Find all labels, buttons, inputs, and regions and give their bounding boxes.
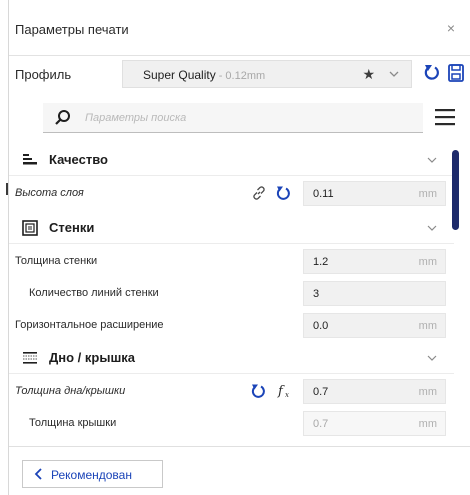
- chevron-down-icon: [427, 225, 437, 231]
- settings-list: Качество Высота слоя 0.11 mm Стенки Толщ…: [9, 143, 454, 443]
- setting-row-top-thickness: Толщина крышки 0.7 mm: [9, 407, 454, 440]
- category-title: Дно / крышка: [49, 350, 136, 365]
- reset-icon[interactable]: [275, 184, 293, 202]
- field-unit: mm: [418, 418, 437, 430]
- setting-row-horizontal-expansion: Горизонтальное расширение 0.0 mm: [9, 309, 454, 342]
- setting-label: Горизонтальное расширение: [15, 319, 164, 331]
- link-icon[interactable]: [250, 184, 268, 202]
- save-icon[interactable]: [447, 63, 465, 83]
- reset-icon[interactable]: [423, 62, 441, 84]
- setting-label: Количество линий стенки: [29, 287, 159, 299]
- field-value: 0.7: [313, 418, 329, 430]
- bottom-bar: Рекомендован: [9, 446, 470, 495]
- print-settings-panel: Параметры печати × Профиль Super Quality…: [9, 0, 470, 495]
- field-unit: mm: [418, 386, 437, 398]
- field-value: 1.2: [313, 256, 329, 268]
- field-unit: mm: [418, 188, 437, 200]
- horizontal-expansion-field[interactable]: 0.0 mm: [303, 313, 446, 338]
- profile-dropdown[interactable]: Super Quality - 0.12mm ★: [122, 60, 412, 88]
- field-value: 0.11: [313, 188, 334, 200]
- reset-icon[interactable]: [250, 382, 268, 400]
- profile-name-text: Super Quality: [143, 68, 216, 82]
- top-bottom-icon: [23, 352, 37, 364]
- search-bar: [43, 103, 423, 133]
- setting-row-layer-height: Высота слоя 0.11 mm: [9, 177, 454, 210]
- profile-name: Super Quality - 0.12mm: [143, 68, 265, 82]
- field-value: 0.0: [313, 320, 329, 332]
- profile-label: Профиль: [15, 67, 72, 82]
- menu-icon[interactable]: [434, 106, 456, 128]
- category-walls[interactable]: Стенки: [9, 211, 454, 244]
- profile-detail: - 0.12mm: [218, 70, 266, 82]
- star-icon[interactable]: ★: [362, 66, 375, 83]
- setting-row-wall-line-count: Количество линий стенки 3: [9, 277, 454, 310]
- setting-label: Толщина стенки: [15, 255, 98, 267]
- category-title: Стенки: [49, 220, 95, 235]
- close-button[interactable]: ×: [442, 19, 460, 37]
- field-unit: mm: [418, 320, 437, 332]
- chevron-down-icon: [389, 71, 399, 77]
- svg-text:f: f: [277, 384, 285, 399]
- top-thickness-field[interactable]: 0.7 mm: [303, 411, 446, 436]
- field-value: 0.7: [313, 386, 329, 398]
- quality-icon: [23, 154, 37, 165]
- drag-handle-mark: [6, 183, 8, 195]
- function-icon[interactable]: f x: [275, 382, 293, 400]
- field-value: 3: [313, 288, 320, 300]
- setting-row-wall-thickness: Толщина стенки 1.2 mm: [9, 245, 454, 278]
- field-unit: mm: [418, 256, 437, 268]
- category-top-bottom[interactable]: Дно / крышка: [9, 341, 454, 374]
- chevron-left-icon: [34, 468, 42, 480]
- setting-label: Толщина крышки: [29, 417, 117, 429]
- walls-icon: [22, 220, 38, 236]
- panel-title: Параметры печати: [15, 22, 129, 37]
- category-title: Качество: [49, 152, 108, 167]
- wall-line-count-field[interactable]: 3: [303, 281, 446, 306]
- category-quality[interactable]: Качество: [9, 143, 454, 176]
- recommended-label: Рекомендован: [51, 468, 132, 482]
- search-input[interactable]: [85, 109, 405, 127]
- search-icon: [55, 110, 70, 125]
- setting-row-top-bottom-thickness: Толщина дна/крышки f x 0.7 mm: [9, 375, 454, 408]
- top-bottom-thickness-field[interactable]: 0.7 mm: [303, 379, 446, 404]
- left-edge: [0, 0, 9, 495]
- setting-label: Высота слоя: [15, 187, 84, 199]
- panel-header: Параметры печати ×: [9, 0, 470, 56]
- wall-thickness-field[interactable]: 1.2 mm: [303, 249, 446, 274]
- svg-text:x: x: [285, 391, 289, 399]
- setting-label: Толщина дна/крышки: [15, 385, 126, 397]
- chevron-down-icon: [427, 355, 437, 361]
- chevron-down-icon: [427, 157, 437, 163]
- recommended-mode-button[interactable]: Рекомендован: [22, 460, 163, 488]
- layer-height-field[interactable]: 0.11 mm: [303, 181, 446, 206]
- scrollbar-thumb[interactable]: [452, 150, 459, 230]
